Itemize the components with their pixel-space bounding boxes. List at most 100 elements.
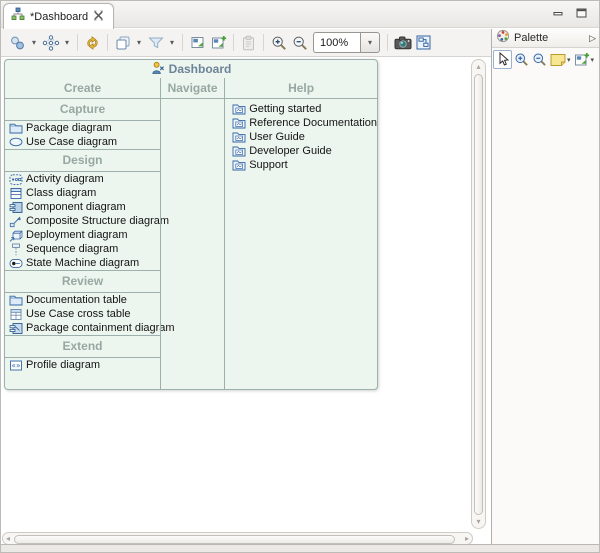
chevron-down-icon[interactable]: ▾ <box>591 56 595 64</box>
palette-zoom-out-tool[interactable] <box>531 50 548 69</box>
copy-appearance-dropdown[interactable]: ▾ <box>133 32 145 54</box>
design-section-header: Design <box>5 150 160 171</box>
sequence-diagram-icon <box>8 243 23 256</box>
link-profile-diagram[interactable]: «»Profile diagram <box>5 358 160 372</box>
palette-header[interactable]: Palette ▷ <box>492 29 600 48</box>
papyrus-window: *Dashboard ▾ ▾ ▾ ▾ ▾ <box>0 0 600 553</box>
palette-tools: ▾ ▾ <box>492 48 600 71</box>
help-folder-icon <box>231 131 246 144</box>
note-icon <box>550 53 566 66</box>
filter-button[interactable] <box>145 32 166 54</box>
scroll-down-icon[interactable]: ▾ <box>472 517 485 526</box>
help-folder-icon <box>231 145 246 158</box>
synchronize-button[interactable] <box>82 32 103 54</box>
select-tool[interactable] <box>493 50 512 69</box>
filter-dropdown[interactable]: ▾ <box>166 32 178 54</box>
extend-section-header: Extend <box>5 336 160 357</box>
toolbar-separator <box>387 34 388 51</box>
link-user-guide[interactable]: User Guide <box>225 130 377 144</box>
close-icon[interactable] <box>93 8 104 26</box>
dashboard-title-row: Dashboard <box>5 60 377 78</box>
dashboard-icon <box>151 61 165 78</box>
chevron-down-icon[interactable]: ▾ <box>567 56 571 64</box>
link-sequence-diagram[interactable]: Sequence diagram <box>5 242 160 256</box>
zoom-level-dropdown[interactable]: ▾ <box>360 32 380 53</box>
help-header: Help <box>225 78 377 98</box>
copy-to-image-button[interactable] <box>208 32 229 54</box>
link-state-machine-diagram[interactable]: State Machine diagram <box>5 256 160 270</box>
tab-label: *Dashboard <box>30 11 88 23</box>
navigate-header: Navigate <box>161 78 224 98</box>
link-component-diagram[interactable]: Component diagram <box>5 200 160 214</box>
help-column: Help Getting started Reference Documenta… <box>225 78 377 389</box>
scroll-left-icon[interactable]: ◂ <box>6 534 10 543</box>
scroll-right-icon[interactable]: ▸ <box>465 534 469 543</box>
view-controls <box>553 8 587 18</box>
paste-icon <box>241 35 256 51</box>
link-developer-guide[interactable]: Developer Guide <box>225 144 377 158</box>
save-as-image-button[interactable] <box>187 32 208 54</box>
horizontal-scrollbar-thumb[interactable] <box>14 535 455 544</box>
state-machine-diagram-icon <box>8 257 23 270</box>
link-composite-structure-diagram[interactable]: Composite Structure diagram <box>5 214 160 228</box>
package-diagram-icon <box>8 122 23 135</box>
zoom-in-button[interactable] <box>268 32 289 54</box>
zoom-level-input[interactable] <box>313 32 360 53</box>
documentation-table-icon <box>8 294 23 307</box>
filter-icon <box>147 35 165 50</box>
help-folder-icon <box>231 103 246 116</box>
vertical-scrollbar-track[interactable]: ▴ ▾ <box>471 59 486 529</box>
create-element-icon <box>9 35 26 51</box>
create-element-dropdown[interactable]: ▾ <box>28 32 40 54</box>
paste-button[interactable] <box>238 32 259 54</box>
vertical-scrollbar-thumb[interactable] <box>474 74 483 515</box>
help-folder-icon <box>231 159 246 172</box>
link-usecase-diagram[interactable]: Use Case diagram <box>5 135 160 149</box>
link-activity-diagram[interactable]: Activity diagram <box>5 172 160 186</box>
maximize-icon[interactable] <box>576 8 587 18</box>
divider <box>161 98 224 99</box>
usecase-diagram-icon <box>8 136 23 149</box>
package-containment-diagram-icon <box>8 322 23 335</box>
link-package-containment-diagram[interactable]: Package containment diagram <box>5 321 160 335</box>
create-column: Create Capture Package diagram Use Case … <box>5 78 160 389</box>
zoom-out-button[interactable] <box>289 32 310 54</box>
diagram-canvas[interactable]: Dashboard Create Capture Package diagram… <box>1 57 468 531</box>
note-tool[interactable]: ▾ <box>549 50 572 69</box>
help-folder-icon <box>231 117 246 130</box>
capture-section-header: Capture <box>5 99 160 120</box>
link-support[interactable]: Support <box>225 158 377 172</box>
palette-panel: Palette ▷ ▾ ▾ <box>491 29 600 546</box>
toolbar-separator <box>233 34 234 51</box>
dashboard-panel: Dashboard Create Capture Package diagram… <box>4 59 378 390</box>
chevron-down-icon: ▾ <box>137 39 141 47</box>
zoom-out-icon <box>292 35 308 51</box>
diagram-overview-button[interactable] <box>413 32 434 54</box>
scroll-up-icon[interactable]: ▴ <box>472 62 485 71</box>
minimize-icon[interactable] <box>553 8 563 18</box>
link-package-diagram[interactable]: Package diagram <box>5 121 160 135</box>
tab-dashboard[interactable]: *Dashboard <box>3 3 114 29</box>
zoom-level-combo: ▾ <box>313 32 380 53</box>
palette-zoom-in-tool[interactable] <box>513 50 530 69</box>
model-diagram-icon <box>11 7 25 26</box>
screenshot-button[interactable] <box>392 32 413 54</box>
toolbar-separator <box>77 34 78 51</box>
collapse-right-icon[interactable]: ▷ <box>589 33 596 44</box>
arrange-icon <box>42 35 60 51</box>
link-getting-started[interactable]: Getting started <box>225 102 377 116</box>
link-documentation-table[interactable]: Documentation table <box>5 293 160 307</box>
overview-icon <box>416 35 431 50</box>
editor-tab-bar: *Dashboard <box>1 1 599 28</box>
create-element-button[interactable] <box>7 32 28 54</box>
arrange-dropdown[interactable]: ▾ <box>61 32 73 54</box>
import-image-tool[interactable]: ▾ <box>573 50 596 69</box>
link-reference-documentation[interactable]: Reference Documentation <box>225 116 377 130</box>
cursor-icon <box>497 52 509 67</box>
arrange-button[interactable] <box>40 32 61 54</box>
link-class-diagram[interactable]: Class diagram <box>5 186 160 200</box>
link-usecase-cross-table[interactable]: Use Case cross table <box>5 307 160 321</box>
dashboard-title: Dashboard <box>169 62 232 76</box>
link-deployment-diagram[interactable]: Deployment diagram <box>5 228 160 242</box>
copy-appearance-button[interactable] <box>112 32 133 54</box>
